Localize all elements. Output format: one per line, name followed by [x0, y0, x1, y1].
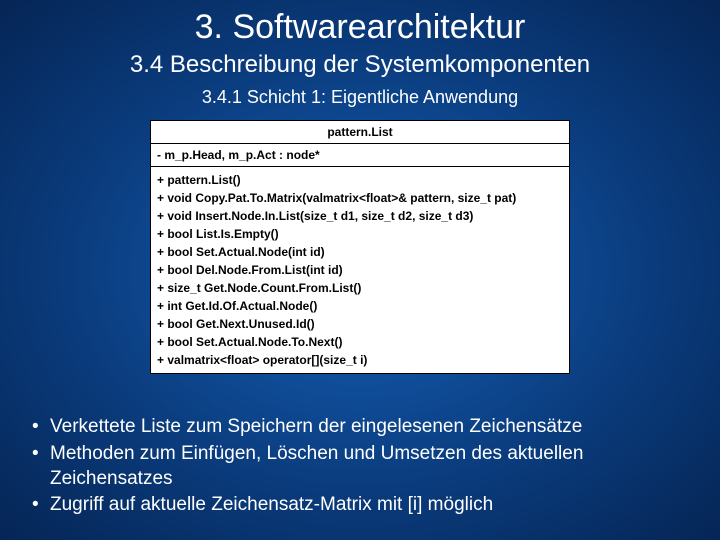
bullet-item: Zugriff auf aktuelle Zeichensatz-Matrix …	[28, 493, 692, 518]
uml-class-diagram: pattern.List - m_p.Head, m_p.Act : node*…	[150, 120, 570, 374]
uml-method: + size_t Get.Node.Count.From.List()	[157, 279, 563, 297]
uml-method: + bool Get.Next.Unused.Id()	[157, 315, 563, 333]
uml-method: + bool Set.Actual.Node(int id)	[157, 243, 563, 261]
uml-method: + bool Set.Actual.Node.To.Next()	[157, 333, 563, 351]
uml-method: + void Insert.Node.In.List(size_t d1, si…	[157, 207, 563, 225]
slide-subsubtitle: 3.4.1 Schicht 1: Eigentliche Anwendung	[0, 87, 720, 108]
bullet-list: Verkettete Liste zum Speichern der einge…	[28, 415, 692, 520]
bullet-item: Verkettete Liste zum Speichern der einge…	[28, 415, 692, 440]
slide-subtitle: 3.4 Beschreibung der Systemkomponenten	[0, 51, 720, 79]
uml-method: + pattern.List()	[157, 171, 563, 189]
uml-class-name: pattern.List	[151, 121, 569, 144]
uml-method: + void Copy.Pat.To.Matrix(valmatrix<floa…	[157, 189, 563, 207]
uml-methods: + pattern.List() + void Copy.Pat.To.Matr…	[151, 167, 569, 373]
uml-method: + bool List.Is.Empty()	[157, 225, 563, 243]
uml-method: + valmatrix<float> operator[](size_t i)	[157, 351, 563, 369]
uml-method: + bool Del.Node.From.List(int id)	[157, 261, 563, 279]
uml-method: + int Get.Id.Of.Actual.Node()	[157, 297, 563, 315]
slide-title: 3. Softwarearchitektur	[0, 0, 720, 47]
uml-attributes: - m_p.Head, m_p.Act : node*	[151, 144, 569, 167]
bullet-item: Methoden zum Einfügen, Löschen und Umset…	[28, 442, 692, 491]
